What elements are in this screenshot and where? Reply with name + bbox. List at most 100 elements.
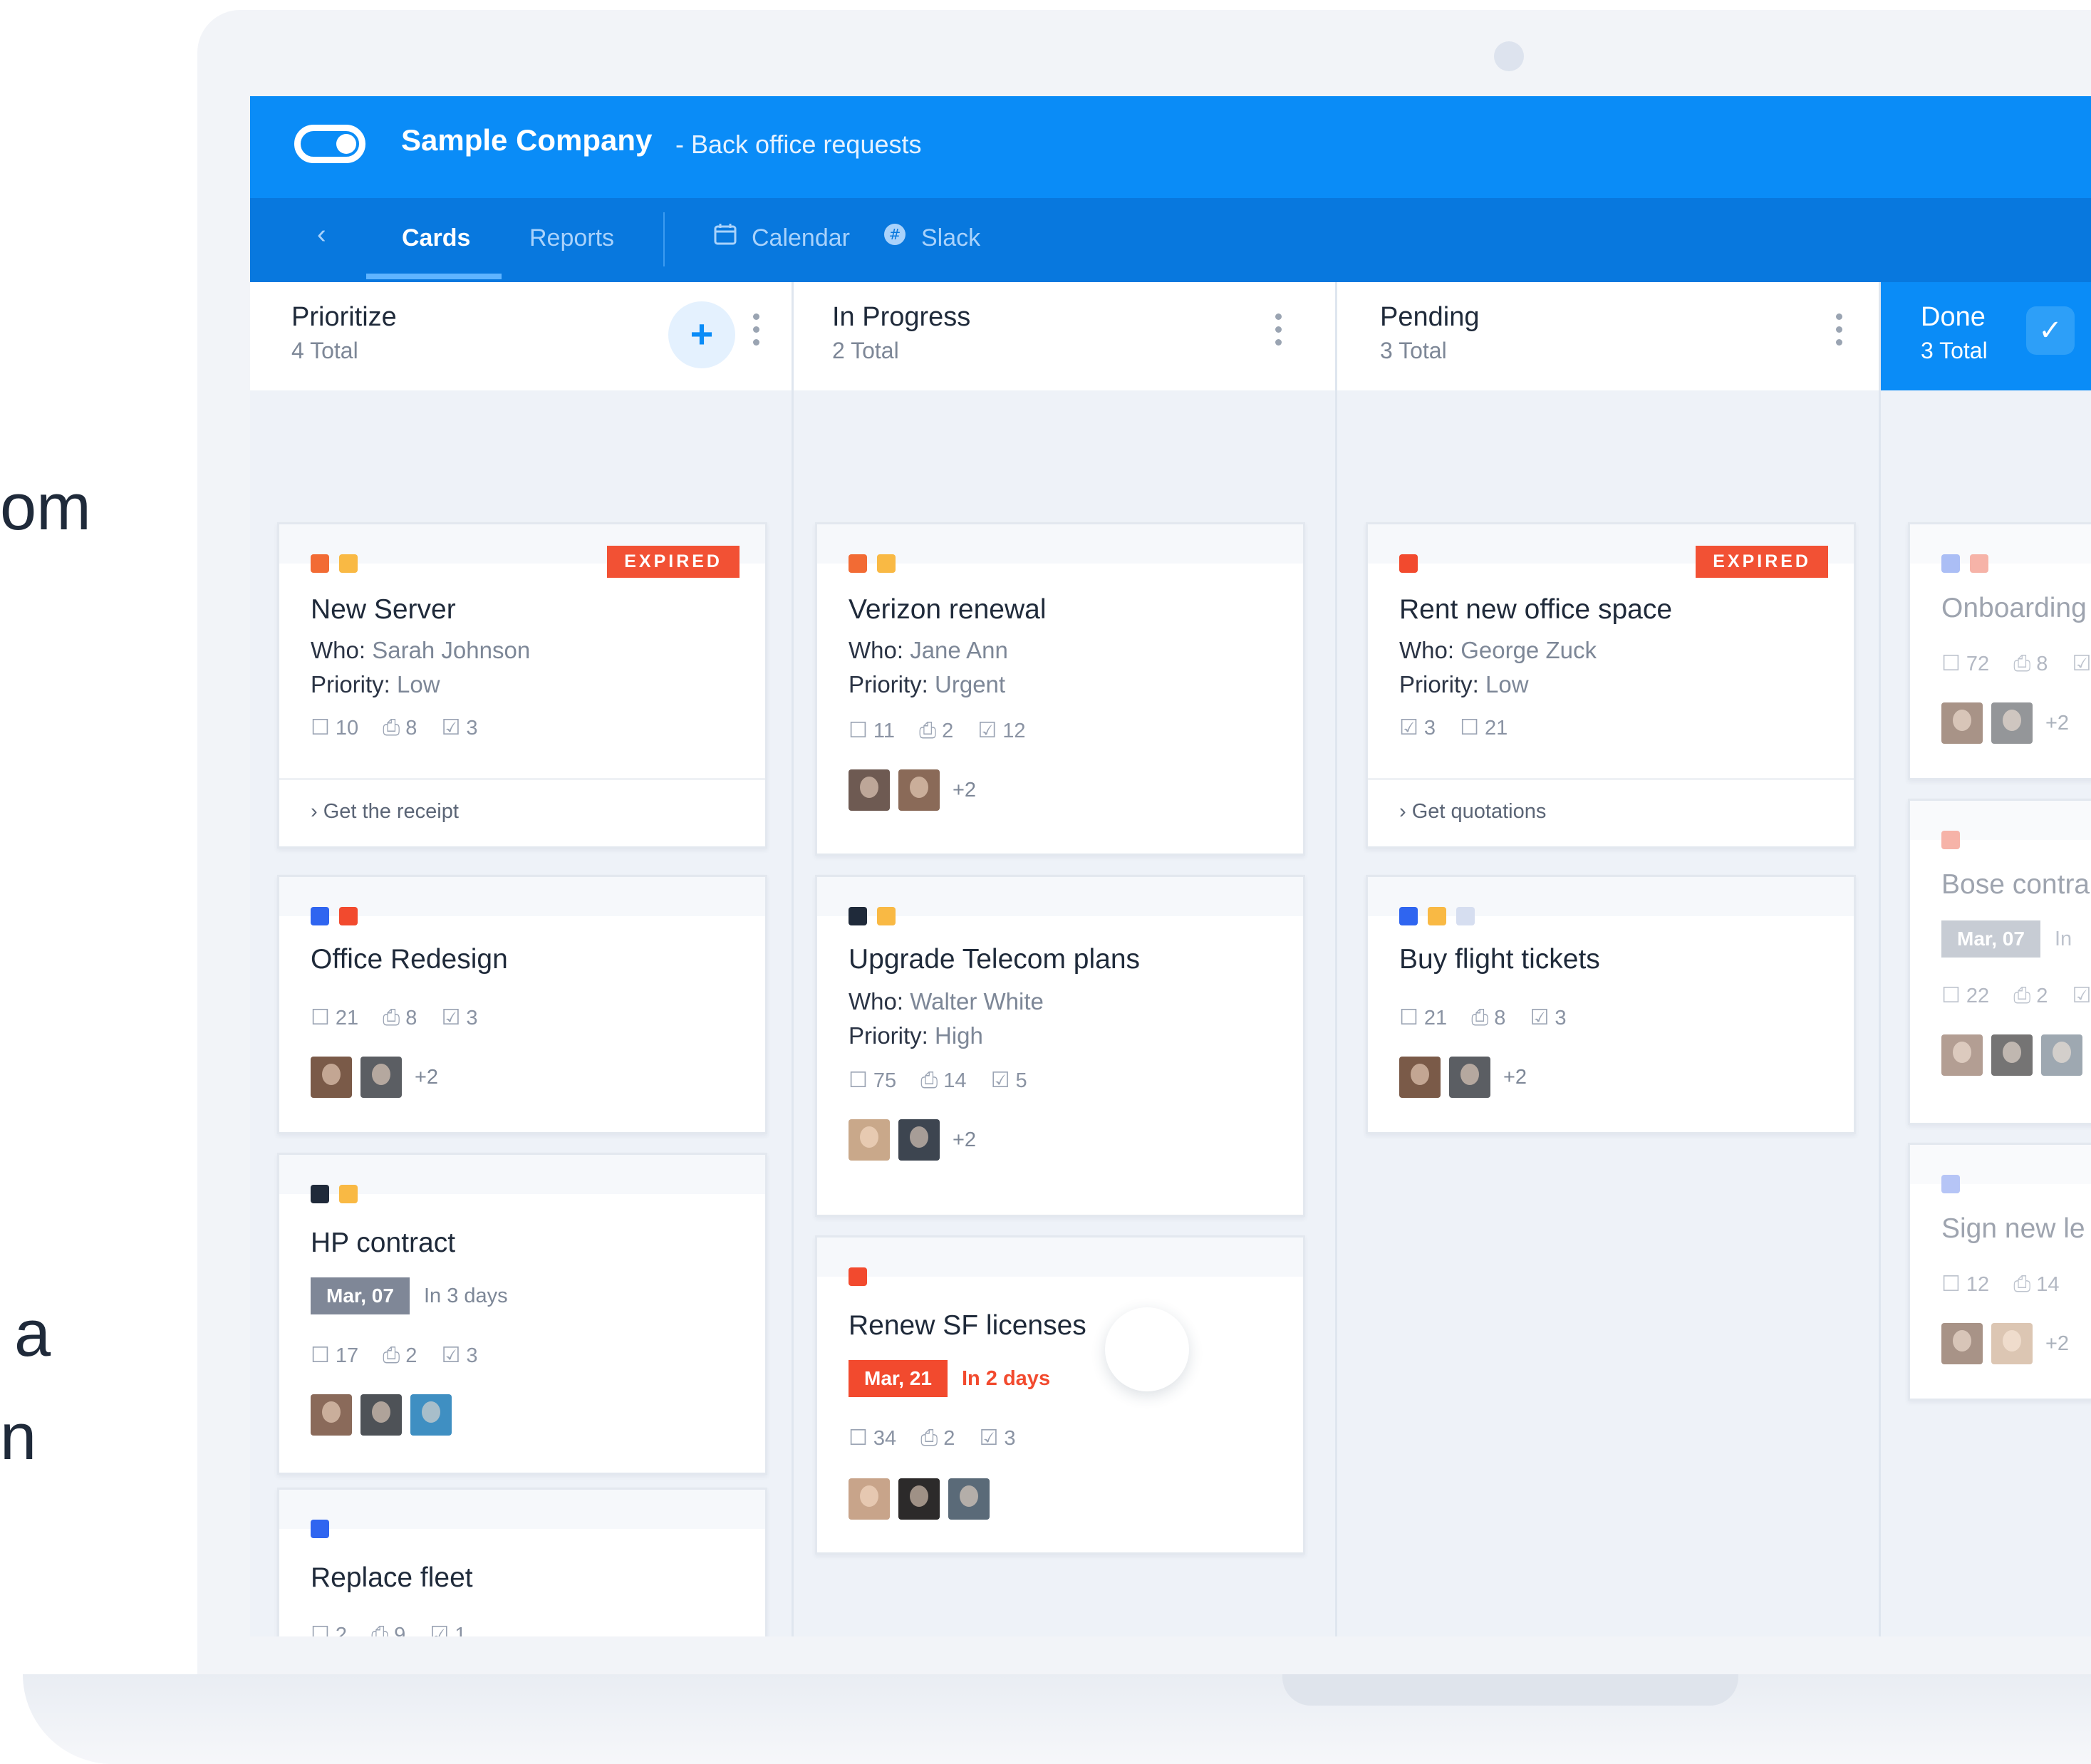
card-buy-flight-tickets[interactable]: Buy flight tickets ☐ 21 ⎙ 8 ☑ 3 +2 [1366,875,1856,1134]
assignee-avatars: +2 [311,1057,438,1098]
more-assignees: +2 [953,1128,977,1151]
label-tags [1941,1175,1970,1193]
checklist-icon: ☑ [1399,716,1418,740]
card-title: Renew SF licenses [849,1310,1086,1341]
assignee-avatars: +2 [849,1119,976,1161]
card-verizon-renewal[interactable]: Verizon renewal Who: Jane Ann Priority: … [815,522,1305,856]
comment-icon: ☐ [311,716,330,740]
tab-slack[interactable]: Slack [921,224,980,252]
card-title: Bose contra [1941,869,2090,900]
expired-badge: EXPIRED [607,546,740,578]
touch-indicator [1105,1307,1189,1391]
comment-icon: ☐ [311,1006,330,1029]
card-priority: Priority: Low [1399,671,1529,697]
slack-icon: # [883,222,907,253]
checklist-icon: ☑ [1530,1006,1550,1029]
toggle-logo-icon[interactable] [294,125,365,163]
comment-icon: ☐ [849,1069,868,1092]
attachment-icon: ⎙ [920,1069,938,1092]
label-tags [849,554,906,573]
side-text-fragment: n [0,1401,37,1473]
card-title: Sign new le [1941,1213,2085,1244]
date-badge: Mar, 07 [1941,920,2040,958]
more-assignees: +2 [415,1065,439,1089]
avatar [1991,1034,2033,1076]
card-priority: Priority: High [849,1022,983,1049]
date-badge: Mar, 07 [311,1277,410,1314]
card-stats: ☐ 12 ⎙ 14 [1941,1272,2060,1296]
column-title: Pending [1380,302,1480,332]
comment-icon: ☐ [849,719,868,742]
date-badge: Mar, 21 [849,1360,948,1397]
checklist-icon: ☑ [441,716,461,740]
back-chevron-icon[interactable]: ‹ [317,219,326,250]
card-renew-sf-licenses[interactable]: Renew SF licenses Mar, 21 In 2 days ☐ 34 ⎙… [815,1235,1305,1555]
column-total: 2 Total [832,338,899,363]
tab-calendar[interactable]: Calendar [752,224,850,252]
card-title: Office Redesign [311,944,508,975]
card-office-redesign[interactable]: Office Redesign ☐ 21 ⎙ 8 ☑ 3 +2 [277,875,767,1134]
assignee-avatars [311,1394,460,1436]
label-tags [311,1185,368,1203]
card-sign-new-lease[interactable]: Sign new le ☐ 12 ⎙ 14 +2 [1908,1143,2091,1401]
avatar [898,769,940,811]
card-replace-fleet[interactable]: Replace fleet ☐2 ⎙9 ☑1 +2 [277,1488,767,1636]
card-who: Who: Walter White [849,988,1044,1015]
attachment-icon: ⎙ [920,1426,938,1450]
attachment-icon: ⎙ [2013,1272,2031,1296]
side-text-fragment: om [0,471,91,544]
more-vertical-icon[interactable] [1275,313,1282,352]
avatar [1991,702,2033,744]
attachment-icon: ⎙ [2013,652,2031,675]
card-priority: Priority: Urgent [849,671,1006,697]
comment-icon: ☐ [311,1623,330,1636]
avatar [360,1394,402,1436]
assignee-avatars [849,1478,998,1520]
checklist-icon: ☑ [430,1623,450,1636]
footer-link[interactable]: › Get quotations [1399,800,1546,824]
card-stats: ☐ 17 ⎙ 2 ☑ 3 [311,1344,478,1367]
column-header: Done 3 Total ✓ [1881,282,2091,390]
avatar [898,1119,940,1161]
board-subtitle: - Back office requests [675,130,922,159]
card-stats: ☐ 72 ⎙ 8 ☑ [1941,652,2091,675]
checklist-icon: ☑ [990,1069,1010,1092]
tab-cards[interactable]: Cards [402,224,470,252]
column-in-progress: In Progress 2 Total Verizon renewal Who:… [794,282,1337,1636]
card-new-server[interactable]: EXPIRED New Server Who: Sarah Johnson Pr… [277,522,767,849]
due-text: In 2 days [961,1367,1051,1390]
check-icon[interactable]: ✓ [2026,306,2075,355]
avatar [1941,1323,1983,1364]
column-header: In Progress 2 Total [794,282,1335,390]
footer-link[interactable]: › Get the receipt [311,800,459,824]
comment-icon: ☐ [1941,1272,1961,1296]
card-title: Buy flight tickets [1399,944,1600,975]
more-vertical-icon[interactable] [753,313,760,352]
avatar [849,769,890,811]
card-who: Who: Sarah Johnson [311,637,531,663]
card-rent-office-space[interactable]: EXPIRED Rent new office space Who: Georg… [1366,522,1856,849]
card-hp-contract[interactable]: HP contract Mar, 07 In 3 days ☐ 17 ⎙ 2 ☑ 3 [277,1153,767,1475]
comment-icon: ☐ [311,1344,330,1367]
card-stats: ☐ 21 ⎙ 8 ☑ 3 [1399,1006,1567,1029]
card-upgrade-telecom[interactable]: Upgrade Telecom plans Who: Walter White … [815,875,1305,1217]
tab-reports[interactable]: Reports [529,224,614,252]
card-onboarding[interactable]: Onboarding ☐ 72 ⎙ 8 ☑ +2 [1908,522,2091,780]
more-vertical-icon[interactable] [1836,313,1843,352]
assignee-avatars: +2 [1399,1057,1527,1098]
comment-icon: ☐ [1460,716,1480,740]
label-tags [1399,554,1428,573]
attachment-icon: ⎙ [383,1344,400,1367]
column-prioritize: Prioritize 4 Total + EXPIRED New Server … [250,282,794,1636]
avatar [849,1478,890,1520]
card-footer[interactable]: › Get the receipt [279,778,765,849]
column-title: Prioritize [291,302,397,332]
card-bose-contract[interactable]: Bose contra Mar, 07 In ☐ 22 ⎙ 2 ☑ [1908,799,2091,1125]
attachment-icon: ⎙ [1471,1006,1489,1029]
column-title: Done [1921,302,1986,332]
card-footer[interactable]: › Get quotations [1368,778,1854,849]
avatar [1941,1034,1983,1076]
add-card-button[interactable]: + [668,301,735,368]
due-row: Mar, 07 In 3 days [311,1277,508,1314]
card-title: Replace fleet [311,1562,473,1593]
